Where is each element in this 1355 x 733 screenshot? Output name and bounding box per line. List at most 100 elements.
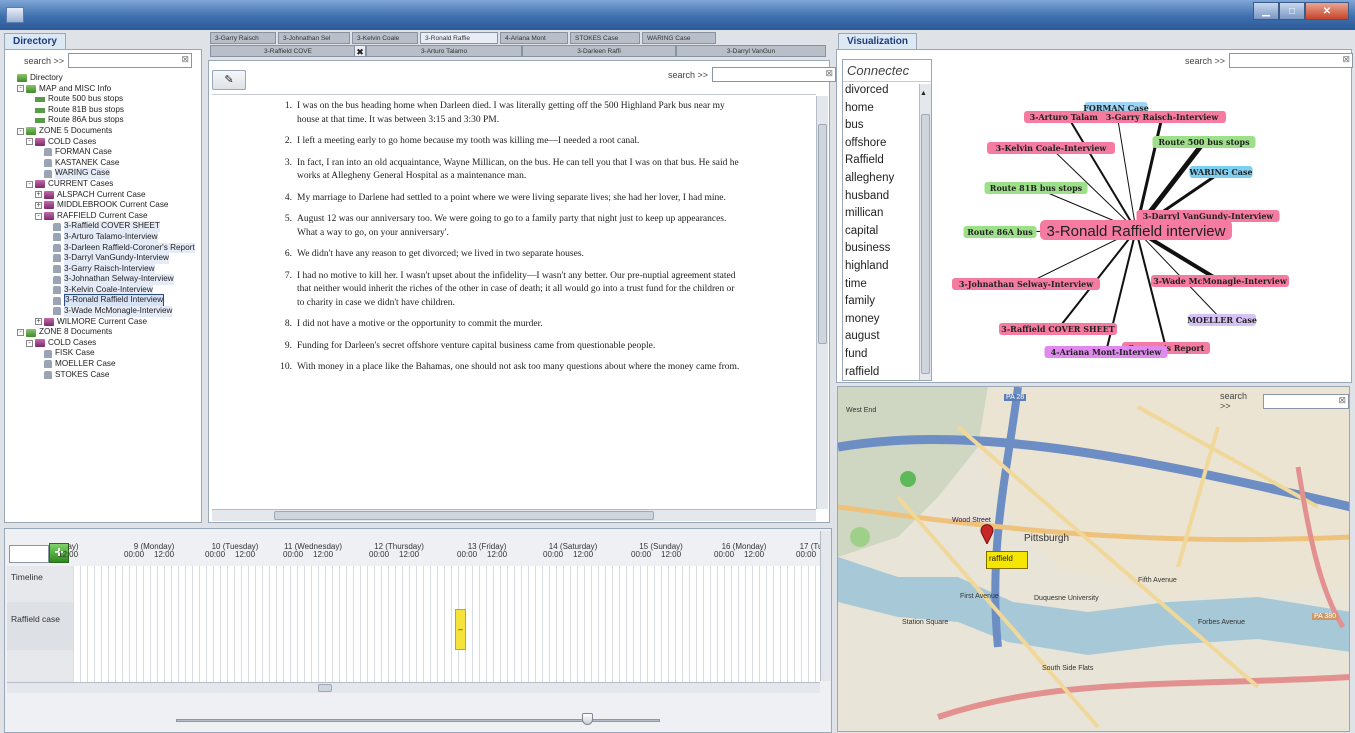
directory-tab[interactable]: Directory — [4, 33, 66, 50]
connected-word[interactable]: offshore — [843, 135, 931, 153]
clear-icon[interactable]: ⊠ — [181, 54, 189, 65]
expand-toggle-icon[interactable]: - — [17, 329, 24, 337]
tree-node[interactable]: 3-Raffield COVER SHEET — [8, 221, 198, 232]
close-tab-icon[interactable]: ✖ — [354, 45, 366, 57]
edit-button[interactable]: ✎ — [212, 70, 246, 90]
tree-node[interactable]: - RAFFIELD Current Case — [8, 211, 198, 222]
map-marker-label[interactable]: raffield — [986, 551, 1028, 569]
document-vscroll-thumb[interactable] — [818, 124, 827, 344]
document-vscrollbar[interactable] — [816, 96, 828, 509]
tree-node[interactable]: - COLD Cases — [8, 137, 198, 148]
timeline-hscrollbar[interactable] — [7, 682, 820, 693]
timeline-event[interactable]: – — [455, 609, 466, 650]
tree-node[interactable]: - COLD Cases — [8, 338, 198, 349]
map-search-input[interactable]: ⊠ — [1263, 393, 1349, 409]
connected-word[interactable]: money — [843, 311, 931, 329]
wordlist-scroll-thumb[interactable] — [921, 114, 930, 374]
tree-node[interactable]: Route 86A bus stops — [8, 115, 198, 126]
directory-search-input[interactable]: ⊠ — [68, 53, 193, 68]
graph-node[interactable]: Route 500 bus stops — [1152, 136, 1256, 148]
expand-toggle-icon[interactable]: - — [26, 138, 33, 146]
doc-tab[interactable]: 3-Darryl VanGun — [676, 45, 826, 57]
doc-tab[interactable]: STOKES Case — [570, 32, 640, 44]
graph-node[interactable]: 3-Garry Raisch-Interview — [1098, 111, 1226, 123]
tree-node[interactable]: FISK Case — [8, 348, 198, 359]
tree-node[interactable]: + MIDDLEBROOK Current Case — [8, 200, 198, 211]
graph-node[interactable]: MOELLER Case — [1187, 314, 1257, 326]
tree-node[interactable]: - MAP and MISC Info — [8, 84, 198, 95]
document-hscrollbar[interactable] — [212, 509, 816, 521]
tree-node[interactable]: 3-Arturo Talamo-Interview — [8, 231, 198, 243]
graph-node[interactable]: Route 86A bus — [963, 226, 1037, 238]
tree-node[interactable]: FORMAN Case — [8, 147, 198, 158]
connected-word[interactable]: bus — [843, 117, 931, 135]
connected-word[interactable]: millican — [843, 205, 931, 223]
expand-toggle-icon[interactable]: - — [17, 85, 24, 93]
tree-node[interactable]: - ZONE 5 Documents — [8, 126, 198, 137]
tree-node[interactable]: 3-Garry Raisch-Interview — [8, 263, 198, 275]
tree-node[interactable]: - CURRENT Cases — [8, 179, 198, 190]
doc-tab[interactable]: 4-Ariana Mont — [500, 32, 568, 44]
doc-tab[interactable]: 3-Kelvin Coale — [352, 32, 418, 44]
doc-tab[interactable]: 3-Ronald Raffie — [420, 32, 498, 44]
graph-node[interactable]: 3-Raffield COVER SHEET — [999, 323, 1117, 335]
timeline-date-input[interactable] — [9, 545, 49, 563]
expand-toggle-icon[interactable]: + — [35, 201, 42, 209]
tree-node[interactable]: 3-Johnathan Selway-Interview — [8, 274, 198, 285]
clear-icon[interactable]: ⊠ — [1338, 395, 1346, 406]
graph-node[interactable]: Route 81B bus stops — [984, 182, 1088, 194]
tree-node[interactable]: Route 81B bus stops — [8, 105, 198, 116]
connected-word[interactable]: time — [843, 276, 931, 294]
tree-node[interactable]: MOELLER Case — [8, 359, 198, 370]
document-hscroll-thumb[interactable] — [274, 511, 654, 520]
connected-word[interactable]: august — [843, 328, 931, 346]
connected-word[interactable]: divorced — [843, 82, 931, 100]
tree-node[interactable]: + ALSPACH Current Case — [8, 190, 198, 201]
map-marker-icon[interactable] — [980, 524, 994, 546]
connected-word[interactable]: allegheny — [843, 170, 931, 188]
graph-node[interactable]: WARING Case — [1188, 166, 1253, 178]
graph-node[interactable]: 4-Ariana Mont-Interview — [1044, 346, 1168, 358]
doc-tab[interactable]: WARING Case — [642, 32, 716, 44]
expand-toggle-icon[interactable]: - — [26, 180, 33, 188]
expand-toggle-icon[interactable]: + — [35, 191, 42, 199]
connected-word[interactable]: home — [843, 100, 931, 118]
zoom-slider-handle[interactable] — [582, 713, 593, 725]
tree-node[interactable]: 3-Darryl VanGundy-Interview — [8, 253, 198, 264]
tree-node[interactable]: WARING Case — [8, 168, 198, 179]
expand-toggle-icon[interactable]: - — [35, 212, 42, 220]
maximize-button[interactable]: □ — [1279, 2, 1305, 20]
timeline-vscrollbar[interactable] — [820, 531, 831, 681]
doc-tab[interactable]: 3-Arturo Talamo — [366, 45, 522, 57]
scroll-up-icon[interactable]: ▲ — [920, 90, 927, 97]
tree-node[interactable]: KASTANEK Case — [8, 158, 198, 169]
close-window-button[interactable]: ✕ — [1305, 2, 1349, 20]
graph-node[interactable]: 3-Wade McMonagle-Interview — [1151, 275, 1289, 287]
connected-word[interactable]: family — [843, 293, 931, 311]
tree-node[interactable]: 3-Darleen Raffield-Coroner's Report — [8, 242, 198, 254]
doc-tab[interactable]: 3-Garry Raisch — [210, 32, 276, 44]
tree-node[interactable]: STOKES Case — [8, 370, 198, 381]
doc-tab[interactable]: 3-Raffield COVE — [210, 45, 366, 57]
tree-node[interactable]: + WILMORE Current Case — [8, 317, 198, 328]
connected-word[interactable]: capital — [843, 223, 931, 241]
visualization-tab[interactable]: Visualization — [838, 33, 917, 50]
connected-word[interactable]: husband — [843, 188, 931, 206]
connected-word[interactable]: raffield — [843, 364, 931, 381]
tree-node[interactable]: Route 500 bus stops — [8, 94, 198, 105]
graph-node[interactable]: 3-Kelvin Coale-Interview — [987, 142, 1115, 154]
expand-toggle-icon[interactable]: + — [35, 318, 42, 326]
expand-toggle-icon[interactable]: - — [17, 127, 24, 135]
document-search-input[interactable]: ⊠ — [712, 67, 837, 82]
doc-tab[interactable]: 3-Johnathan Sel — [278, 32, 350, 44]
expand-toggle-icon[interactable]: - — [26, 339, 33, 347]
connected-word[interactable]: business — [843, 240, 931, 258]
minimize-button[interactable]: ▁ — [1253, 2, 1279, 20]
timeline-hscroll-thumb[interactable] — [318, 684, 332, 692]
map-panel[interactable]: Wood Street Pittsburgh West End First Av… — [837, 386, 1350, 732]
tree-node[interactable]: - ZONE 8 Documents — [8, 327, 198, 338]
connected-word[interactable]: fund — [843, 346, 931, 364]
graph-center-node[interactable]: 3-Ronald Raffield interview — [1040, 220, 1232, 240]
tree-node[interactable]: Directory — [8, 73, 198, 84]
graph-node[interactable]: 3-Johnathan Selway-Interview — [952, 278, 1100, 290]
